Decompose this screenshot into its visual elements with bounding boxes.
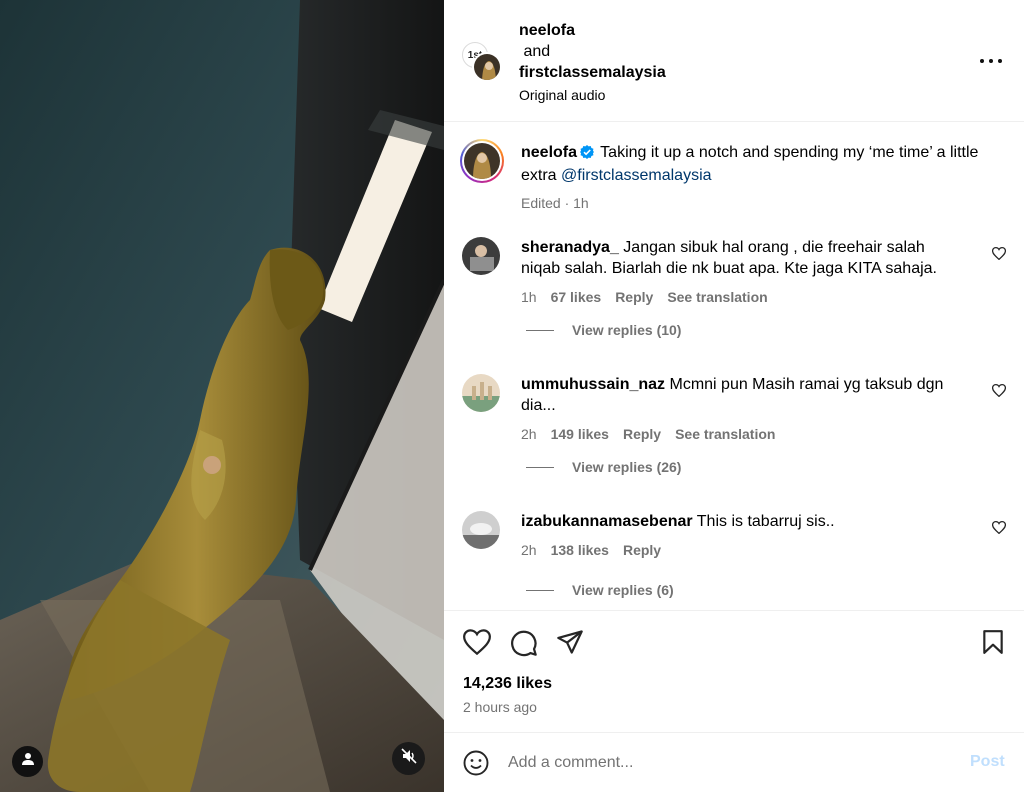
smiley-icon[interactable] xyxy=(463,750,489,781)
comment-time: 1h xyxy=(521,289,537,305)
view-replies-button[interactable]: View replies (26) xyxy=(526,459,681,475)
person-icon xyxy=(21,752,35,771)
likes-count[interactable]: 14,236 likes xyxy=(463,675,552,693)
and-text: and xyxy=(523,43,551,60)
view-replies-button[interactable]: View replies (6) xyxy=(526,582,674,598)
view-replies-button[interactable]: View replies (10) xyxy=(526,322,681,338)
comment-like-heart-icon[interactable] xyxy=(991,521,1007,539)
caption-meta: Edited · 1h xyxy=(521,195,589,211)
avatar[interactable] xyxy=(462,374,500,412)
comment-username[interactable]: izabukannamasebenar xyxy=(521,513,693,530)
avatar xyxy=(464,143,500,179)
verified-badge-icon xyxy=(580,144,595,165)
collab-avatars[interactable]: 1st xyxy=(462,42,502,82)
post-comment-button[interactable]: Post xyxy=(970,753,1005,771)
collab-avatar-neelofa[interactable] xyxy=(472,52,502,82)
see-translation-button[interactable]: See translation xyxy=(667,289,767,305)
comments-list[interactable]: neelofa Taking it up a notch and spendin… xyxy=(444,123,1024,610)
heart-icon[interactable] xyxy=(463,629,491,660)
speaker-muted-icon xyxy=(400,748,417,769)
reply-button[interactable]: Reply xyxy=(623,426,661,442)
post-details-panel: 1st neelofa and firstclassemalaysia Orig… xyxy=(444,0,1024,792)
comment-text: ummuhussain_naz Mcmni pun Masih ramai yg… xyxy=(521,374,961,416)
avatar[interactable] xyxy=(462,237,500,275)
more-horizontal-icon xyxy=(980,59,984,63)
audio-label[interactable]: Original audio xyxy=(519,85,666,105)
post-header: 1st neelofa and firstclassemalaysia Orig… xyxy=(444,0,1024,122)
comment-input[interactable] xyxy=(508,750,948,776)
video-frame-image xyxy=(0,0,444,792)
header-usernames: neelofa and firstclassemalaysia Original… xyxy=(519,20,666,105)
comment-like-heart-icon[interactable] xyxy=(991,247,1007,265)
caption-text: neelofa Taking it up a notch and spendin… xyxy=(521,142,991,186)
see-translation-button[interactable]: See translation xyxy=(675,426,775,442)
user-tag-button[interactable] xyxy=(12,746,43,777)
comment-meta: 2h 149 likes Reply See translation xyxy=(521,426,789,442)
comment-time: 2h xyxy=(521,542,537,558)
action-bar: 14,236 likes 2 hours ago xyxy=(444,610,1024,732)
username-firstclassemalaysia[interactable]: firstclassemalaysia xyxy=(519,62,666,83)
comment-meta: 1h 67 likes Reply See translation xyxy=(521,289,782,305)
username-neelofa[interactable]: neelofa xyxy=(519,20,666,41)
caption-username[interactable]: neelofa xyxy=(521,144,577,161)
post-media[interactable] xyxy=(0,0,444,792)
comment-username[interactable]: ummuhussain_naz xyxy=(521,376,665,393)
more-options-button[interactable] xyxy=(980,56,1002,66)
comment-time: 2h xyxy=(521,426,537,442)
comment-text: izabukannamasebenar This is tabarruj sis… xyxy=(521,511,961,532)
story-ring-avatar[interactable] xyxy=(460,139,504,183)
comment-meta: 2h 138 likes Reply xyxy=(521,542,675,558)
reply-button[interactable]: Reply xyxy=(615,289,653,305)
reply-button[interactable]: Reply xyxy=(623,542,661,558)
mention-link[interactable]: @firstclassemalaysia xyxy=(561,167,712,184)
comment-likes[interactable]: 138 likes xyxy=(551,542,609,558)
comment-composer: Post xyxy=(444,732,1024,792)
avatar[interactable] xyxy=(462,511,500,549)
comment-text: sheranadya_ Jangan sibuk hal orang , die… xyxy=(521,237,961,279)
post-timestamp[interactable]: 2 hours ago xyxy=(463,699,537,715)
comment-message: This is tabarruj sis.. xyxy=(696,513,835,530)
comment-username[interactable]: sheranadya_ xyxy=(521,239,619,256)
mute-toggle-button[interactable] xyxy=(392,742,425,775)
bookmark-icon[interactable] xyxy=(981,629,1005,660)
paper-plane-icon[interactable] xyxy=(556,629,584,660)
comment-bubble-icon[interactable] xyxy=(510,629,538,662)
comment-like-heart-icon[interactable] xyxy=(991,384,1007,402)
comment-likes[interactable]: 67 likes xyxy=(551,289,602,305)
comment-likes[interactable]: 149 likes xyxy=(551,426,609,442)
